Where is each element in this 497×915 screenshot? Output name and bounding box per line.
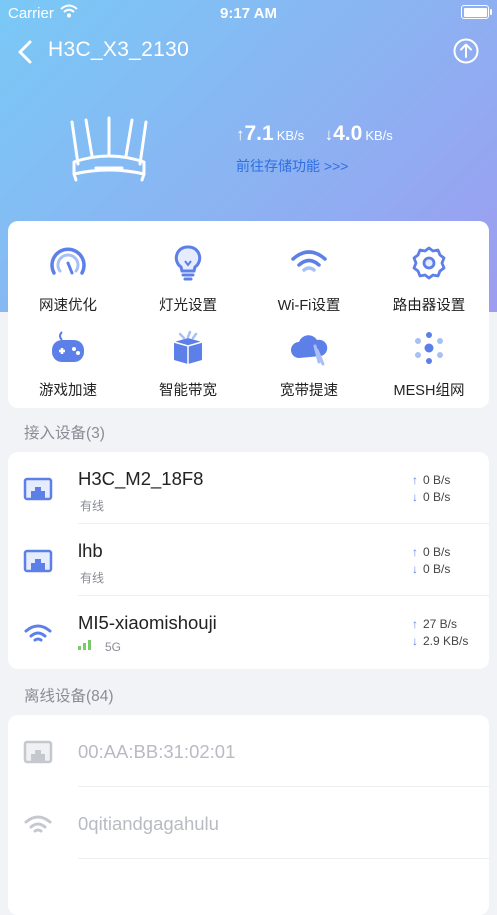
device-name: MI5-xiaomishouji xyxy=(78,612,217,633)
status-bar: Carrier 9:17 AM xyxy=(0,0,497,26)
feature-game-boost[interactable]: 游戏加速 xyxy=(8,316,128,399)
upgrade-icon[interactable] xyxy=(453,38,479,64)
ethernet-icon xyxy=(23,549,53,573)
upload-rate: ↑ 0 B/s xyxy=(412,473,451,487)
offline-device-row[interactable]: 00:AA:BB:31:02:01 xyxy=(8,715,489,787)
wifi-band: 5G xyxy=(105,640,122,654)
download-rate: ↓ 0 B/s xyxy=(412,562,451,576)
upload-rate: ↑ 27 B/s xyxy=(412,617,458,631)
clock: 9:17 AM xyxy=(220,5,277,22)
cloud-rocket-icon xyxy=(291,335,328,366)
upload-speed: ↑7.1 KB/s xyxy=(236,122,305,145)
feature-wifi-settings[interactable]: Wi-Fi设置 xyxy=(249,231,369,314)
connection-type: 有线 xyxy=(80,499,105,513)
divider xyxy=(78,858,489,859)
device-name: 0qitiandgagahulu xyxy=(78,813,219,834)
device-name: lhb xyxy=(78,540,103,561)
speedometer-icon xyxy=(50,247,86,275)
device-row[interactable]: lhb 有线 ↑ 0 B/s ↓ 0 B/s xyxy=(8,524,489,596)
offline-devices-title: 离线设备(84) xyxy=(24,688,114,705)
device-name: H3C_M2_18F8 xyxy=(78,468,204,489)
gear-icon xyxy=(412,246,446,280)
router-icon xyxy=(70,116,148,182)
download-rate: ↓ 0 B/s xyxy=(412,490,451,504)
nav-bar: H3C_X3_2130 xyxy=(0,30,497,74)
feature-smart-bandwidth[interactable]: 智能带宽 xyxy=(128,316,248,399)
box-icon xyxy=(173,330,203,364)
feature-router-settings[interactable]: 路由器设置 xyxy=(369,231,489,314)
feature-mesh-network[interactable]: MESH组网 xyxy=(369,316,489,399)
lightbulb-icon xyxy=(174,245,202,281)
mesh-icon xyxy=(415,332,443,364)
download-speed: ↓4.0 KB/s xyxy=(324,122,393,145)
feature-speed-optimize[interactable]: 网速优化 xyxy=(8,231,128,314)
connected-device-list: H3C_M2_18F8 有线 ↑ 0 B/s ↓ 0 B/s lhb 有线 ↑ 0 B… xyxy=(8,452,489,669)
feature-light-settings[interactable]: 灯光设置 xyxy=(128,231,248,314)
wifi-icon xyxy=(24,815,52,833)
ethernet-icon xyxy=(23,477,53,501)
download-arrow-icon: ↓ xyxy=(324,125,334,144)
feature-grid: 网速优化 灯光设置 Wi-Fi设置 路由器设置 游戏加速 智能带宽 宽带提速 M… xyxy=(8,221,489,408)
device-name: 00:AA:BB:31:02:01 xyxy=(78,741,236,762)
upload-rate: ↑ 0 B/s xyxy=(412,545,451,559)
device-row[interactable]: MI5-xiaomishouji 5G ↑ 27 B/s ↓ 2.9 KB/s xyxy=(8,596,489,668)
offline-device-row[interactable]: 0qitiandgagahulu xyxy=(8,787,489,859)
feature-broadband-speedup[interactable]: 宽带提速 xyxy=(249,316,369,399)
ethernet-icon xyxy=(23,740,53,764)
wifi-icon xyxy=(24,624,52,642)
gamepad-icon xyxy=(52,331,84,362)
signal-strength-icon xyxy=(78,640,91,650)
device-row[interactable]: H3C_M2_18F8 有线 ↑ 0 B/s ↓ 0 B/s xyxy=(8,452,489,524)
download-rate: ↓ 2.9 KB/s xyxy=(412,634,469,648)
wifi-icon xyxy=(291,250,327,272)
offline-device-list: 00:AA:BB:31:02:01 0qitiandgagahulu xyxy=(8,715,489,915)
back-icon[interactable] xyxy=(14,38,38,66)
connected-devices-title: 接入设备(3) xyxy=(24,425,105,442)
router-name: H3C_X3_2130 xyxy=(48,38,190,61)
upload-arrow-icon: ↑ xyxy=(236,125,245,144)
battery-icon xyxy=(461,5,492,19)
speed-display: ↑7.1 KB/s ↓4.0 KB/s xyxy=(236,122,409,146)
connection-type: 有线 xyxy=(80,571,105,585)
storage-link[interactable]: 前往存储功能 >>> xyxy=(236,156,348,176)
